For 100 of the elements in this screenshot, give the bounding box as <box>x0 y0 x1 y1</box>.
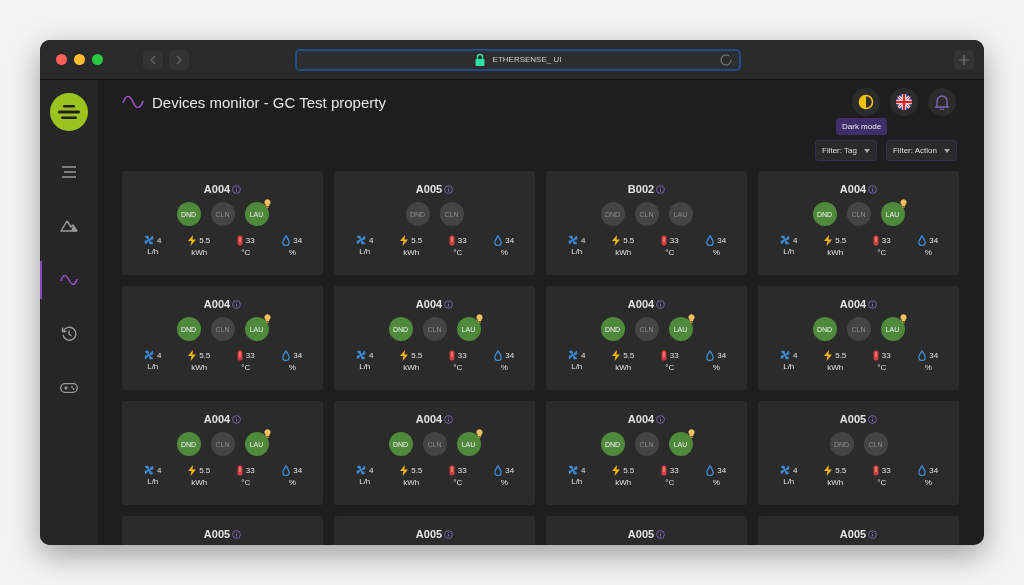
metric-unit: L/h <box>571 477 583 486</box>
info-icon[interactable] <box>232 184 242 194</box>
metric-unit: °C <box>453 363 463 372</box>
info-icon[interactable] <box>444 414 454 424</box>
metric-unit: kWh <box>827 248 844 257</box>
lightning-icon <box>824 350 833 361</box>
metric-unit: L/h <box>359 477 371 486</box>
info-icon[interactable] <box>444 184 454 194</box>
info-icon[interactable] <box>232 529 242 539</box>
fan-icon <box>144 465 154 475</box>
droplet-icon <box>706 465 715 476</box>
metric-value: 33 <box>881 236 891 245</box>
back-button[interactable] <box>143 49 163 70</box>
metric-unit: °C <box>453 248 463 257</box>
thermometer-icon <box>660 235 667 246</box>
metric-value: 4 <box>581 235 586 245</box>
info-icon[interactable] <box>868 184 878 194</box>
reload-icon[interactable] <box>719 52 733 67</box>
metric-value: 34 <box>717 466 727 475</box>
thermometer-icon <box>872 235 879 246</box>
metric-unit: % <box>924 363 932 372</box>
metric-value: 33 <box>881 351 891 360</box>
metric-value: 5.5 <box>835 466 847 475</box>
minimize-button[interactable] <box>74 54 85 65</box>
metric-unit: L/h <box>783 477 795 486</box>
notifications-button[interactable] <box>928 88 956 116</box>
info-icon[interactable] <box>656 529 666 539</box>
metric-value: 34 <box>717 236 727 245</box>
tooltip: Dark mode <box>836 118 888 135</box>
metric-value: 33 <box>457 236 467 245</box>
metric-unit: kWh <box>403 363 420 372</box>
fan-icon <box>568 235 578 245</box>
metric-unit: L/h <box>147 477 159 486</box>
droplet-icon <box>918 465 927 476</box>
device-card[interactable]: A005 <box>122 516 323 545</box>
metric-value: 5.5 <box>199 466 211 475</box>
info-icon[interactable] <box>444 299 454 309</box>
info-icon[interactable] <box>232 414 242 424</box>
address-text: ETHERSENSE_ UI <box>492 55 562 64</box>
device-name: A005 <box>415 183 443 195</box>
info-icon[interactable] <box>232 299 242 309</box>
info-icon[interactable] <box>656 299 666 309</box>
droplet-icon <box>706 235 715 246</box>
device-card[interactable]: A005 <box>758 516 959 545</box>
metric-unit: kWh <box>615 248 632 257</box>
info-icon[interactable] <box>656 414 666 424</box>
metric-value: 4 <box>157 465 162 475</box>
caret-icon <box>864 146 870 155</box>
info-icon[interactable] <box>868 299 878 309</box>
device-name: A005 <box>415 528 443 540</box>
info-icon[interactable] <box>868 529 878 539</box>
metric-value: 34 <box>505 466 515 475</box>
metric-value: 34 <box>293 351 303 360</box>
filter-dropdown[interactable]: Filter: Action <box>886 140 957 161</box>
metric-value: 5.5 <box>411 466 423 475</box>
lightning-icon <box>400 235 409 246</box>
lightning-icon <box>824 235 833 246</box>
filter-dropdown[interactable]: Filter: Tag <box>815 140 877 161</box>
zoom-button[interactable] <box>92 54 103 65</box>
plus-icon <box>959 54 969 65</box>
gamepad-icon <box>60 383 78 393</box>
metric-value: 5.5 <box>411 351 423 360</box>
lightning-icon <box>612 235 621 246</box>
metric-value: 5.5 <box>411 236 423 245</box>
info-icon[interactable] <box>656 184 666 194</box>
device-card[interactable]: A005 <box>334 516 535 545</box>
logo-icon[interactable] <box>50 93 88 131</box>
info-icon[interactable] <box>444 529 454 539</box>
thermometer-icon <box>448 350 455 361</box>
fan-icon <box>568 465 578 475</box>
metric-unit: kWh <box>827 478 844 487</box>
device-card[interactable]: A005 <box>546 516 747 545</box>
metric-value: 34 <box>929 466 939 475</box>
device-name: A004 <box>203 413 231 425</box>
metric-unit: °C <box>665 363 675 372</box>
dark-mode-button[interactable] <box>852 88 880 116</box>
history-icon <box>61 326 77 342</box>
address-bar[interactable]: ETHERSENSE_ UI <box>295 48 741 71</box>
language-button[interactable] <box>890 88 918 116</box>
metric-value: 33 <box>669 236 679 245</box>
droplet-icon <box>918 350 927 361</box>
metric-value: 4 <box>793 235 798 245</box>
fan-icon <box>780 465 790 475</box>
mountain-icon <box>60 220 78 232</box>
metric-unit: °C <box>665 248 675 257</box>
metric-unit: °C <box>665 478 675 487</box>
fan-icon <box>356 465 366 475</box>
metric-value: 4 <box>157 350 162 360</box>
info-icon[interactable] <box>868 414 878 424</box>
forward-button[interactable] <box>169 49 189 70</box>
metric-unit: kWh <box>191 478 208 487</box>
device-name: A004 <box>415 413 443 425</box>
metric-value: 4 <box>793 465 798 475</box>
close-button[interactable] <box>56 54 67 65</box>
lightning-icon <box>188 350 197 361</box>
chevron-left-icon <box>149 54 157 65</box>
metric-unit: kWh <box>403 248 420 257</box>
new-tab-button[interactable] <box>954 49 974 70</box>
metric-value: 4 <box>581 350 586 360</box>
wave-icon <box>122 96 144 108</box>
